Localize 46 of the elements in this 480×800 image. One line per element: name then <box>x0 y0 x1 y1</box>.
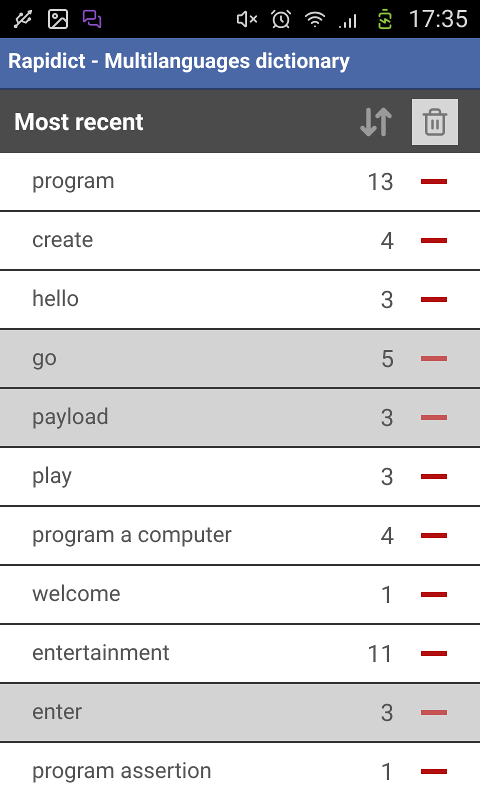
header-title: Most recent <box>14 106 145 138</box>
clock-time: 17:35 <box>408 4 468 35</box>
lookup-count: 5 <box>380 344 394 374</box>
chat-icon <box>82 9 102 29</box>
lookup-count: 4 <box>380 520 394 552</box>
minus-icon <box>421 474 447 479</box>
lookup-count: 1 <box>380 580 394 610</box>
word-text: create <box>32 227 94 255</box>
word-text: welcome <box>32 581 122 609</box>
app-title: Rapidict - Multilanguages dictionary <box>8 49 350 76</box>
word-text: entertainment <box>32 640 171 668</box>
delete-all-button[interactable] <box>412 98 458 144</box>
history-row[interactable]: payload 3 <box>0 389 480 448</box>
lookup-count: 1 <box>380 756 394 788</box>
lookup-count: 3 <box>380 462 394 492</box>
word-text: payload <box>32 404 110 432</box>
lookup-count: 13 <box>367 166 394 198</box>
minus-icon <box>421 297 447 302</box>
image-icon <box>46 7 70 31</box>
lookup-count: 3 <box>380 284 394 316</box>
trash-icon <box>420 106 450 136</box>
minus-icon <box>421 238 447 243</box>
word-text: hello <box>32 286 80 314</box>
lookup-count: 3 <box>380 402 394 434</box>
word-text: play <box>32 463 73 491</box>
minus-icon <box>421 710 447 715</box>
mute-icon <box>236 8 258 30</box>
minus-icon <box>421 592 447 597</box>
alarm-icon <box>270 8 292 30</box>
minus-icon <box>421 533 447 538</box>
lookup-count: 11 <box>367 638 394 670</box>
word-text: enter <box>32 699 84 727</box>
word-text: program assertion <box>32 758 213 786</box>
lookup-count: 4 <box>380 226 394 256</box>
word-text: go <box>32 345 58 373</box>
lookup-count: 3 <box>380 698 394 728</box>
minus-icon <box>421 415 447 420</box>
word-text: program a computer <box>32 522 233 550</box>
minus-icon <box>421 769 447 774</box>
history-row[interactable]: enter 3 <box>0 684 480 743</box>
history-row[interactable]: go 5 <box>0 330 480 389</box>
minus-icon <box>421 356 447 361</box>
minus-icon <box>421 651 447 656</box>
usb-icon <box>12 8 34 30</box>
word-text: program <box>32 168 116 196</box>
minus-icon <box>421 179 447 184</box>
